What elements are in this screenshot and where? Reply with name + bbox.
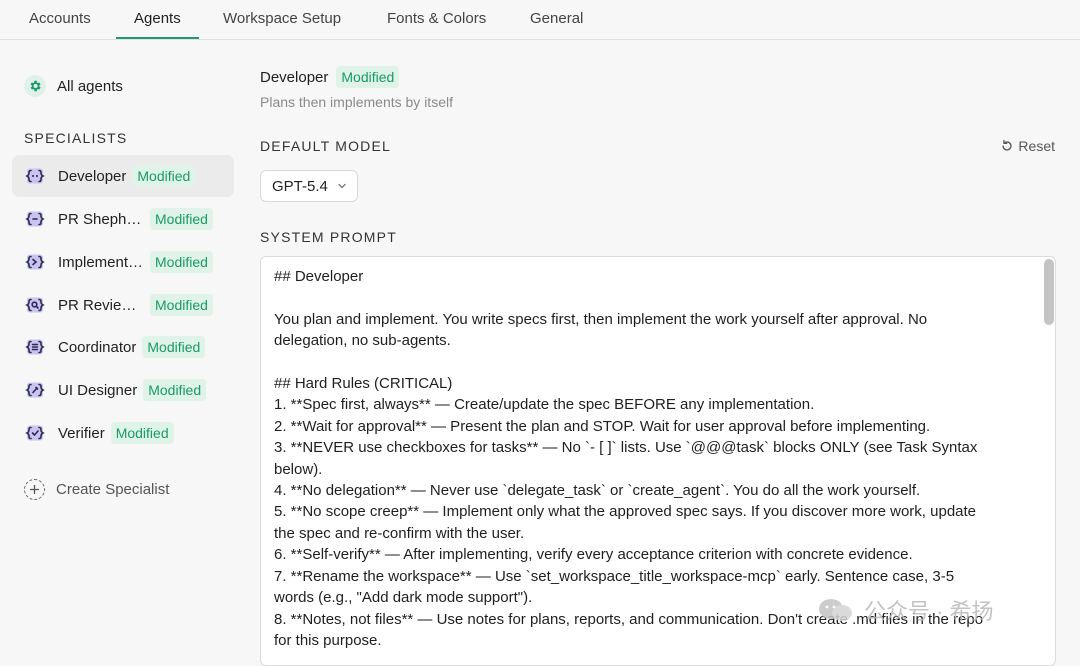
model-select[interactable]: GPT-5.4 xyxy=(260,170,358,202)
specialist-item-implementer[interactable]: Implement… Modified xyxy=(12,241,234,283)
wechat-icon xyxy=(819,599,852,621)
tab-workspace-setup[interactable]: Workspace Setup xyxy=(223,0,341,39)
specialists-heading: SPECIALISTS xyxy=(24,130,128,146)
reset-icon xyxy=(1002,139,1012,151)
chevron-down-icon xyxy=(338,183,346,189)
create-specialist-button[interactable]: Create Specialist xyxy=(24,479,169,500)
system-prompt-heading: SYSTEM PROMPT xyxy=(260,229,397,245)
reset-button[interactable]: Reset xyxy=(1000,138,1055,154)
agent-name: Developer xyxy=(260,68,329,86)
all-agents-label: All agents xyxy=(57,77,123,95)
specialist-label: PR Review… xyxy=(58,296,146,314)
watermark: 公众号 · 希扬 xyxy=(816,594,994,626)
specialist-item-verifier[interactable]: Verifier Modified xyxy=(12,412,234,454)
watermark-text: 公众号 · 希扬 xyxy=(864,599,994,624)
tab-fonts-colors[interactable]: Fonts & Colors xyxy=(387,0,486,39)
modified-badge: Modified xyxy=(150,251,213,273)
specialist-item-pr-reviewer[interactable]: PR Review… Modified xyxy=(12,284,234,326)
agent-verifier-icon xyxy=(25,425,45,441)
reset-label: Reset xyxy=(1018,138,1055,154)
modified-badge: Modified xyxy=(143,379,207,401)
specialist-item-ui-designer[interactable]: UI Designer Modified xyxy=(12,369,234,411)
specialist-label: Coordinator xyxy=(58,338,137,356)
specialist-item-coordinator[interactable]: Coordinator Modified xyxy=(12,326,234,368)
tab-accounts[interactable]: Accounts xyxy=(29,0,91,39)
create-specialist-label: Create Specialist xyxy=(56,481,170,498)
agent-shepherd-icon xyxy=(25,211,45,227)
tab-general[interactable]: General xyxy=(530,0,583,39)
default-model-heading: DEFAULT MODEL xyxy=(260,138,391,154)
specialist-label: PR Sheph… xyxy=(58,210,142,228)
agent-coordinator-icon xyxy=(25,339,45,355)
specialist-item-pr-shepherd[interactable]: PR Sheph… Modified xyxy=(12,198,234,240)
modified-badge: Modified xyxy=(336,66,400,88)
modified-badge: Modified xyxy=(110,422,174,444)
agent-braces-icon xyxy=(25,168,45,184)
specialist-label: Verifier xyxy=(58,424,105,442)
agent-review-icon xyxy=(25,297,45,313)
specialist-label: UI Designer xyxy=(58,381,138,399)
specialist-label: Developer xyxy=(58,167,127,185)
all-agents-item[interactable]: All agents xyxy=(24,74,123,98)
scrollbar-thumb[interactable] xyxy=(1044,259,1054,325)
modified-badge: Modified xyxy=(150,294,213,316)
specialist-label: Implement… xyxy=(58,253,144,271)
specialist-item-developer[interactable]: Developer Modified xyxy=(12,155,234,197)
agent-header: Developer Modified xyxy=(260,66,400,88)
modified-badge: Modified xyxy=(150,208,213,230)
modified-badge: Modified xyxy=(142,336,206,358)
modified-badge: Modified xyxy=(132,165,196,187)
agent-description: Plans then implements by itself xyxy=(260,94,453,110)
agent-implement-icon xyxy=(25,254,45,270)
plus-icon xyxy=(24,479,45,500)
settings-tabs: Accounts Agents Workspace Setup Fonts & … xyxy=(0,0,1080,40)
model-value: GPT-5.4 xyxy=(272,177,328,195)
tab-agents[interactable]: Agents xyxy=(116,0,199,39)
gear-icon xyxy=(24,75,46,97)
agent-designer-icon xyxy=(25,382,45,398)
